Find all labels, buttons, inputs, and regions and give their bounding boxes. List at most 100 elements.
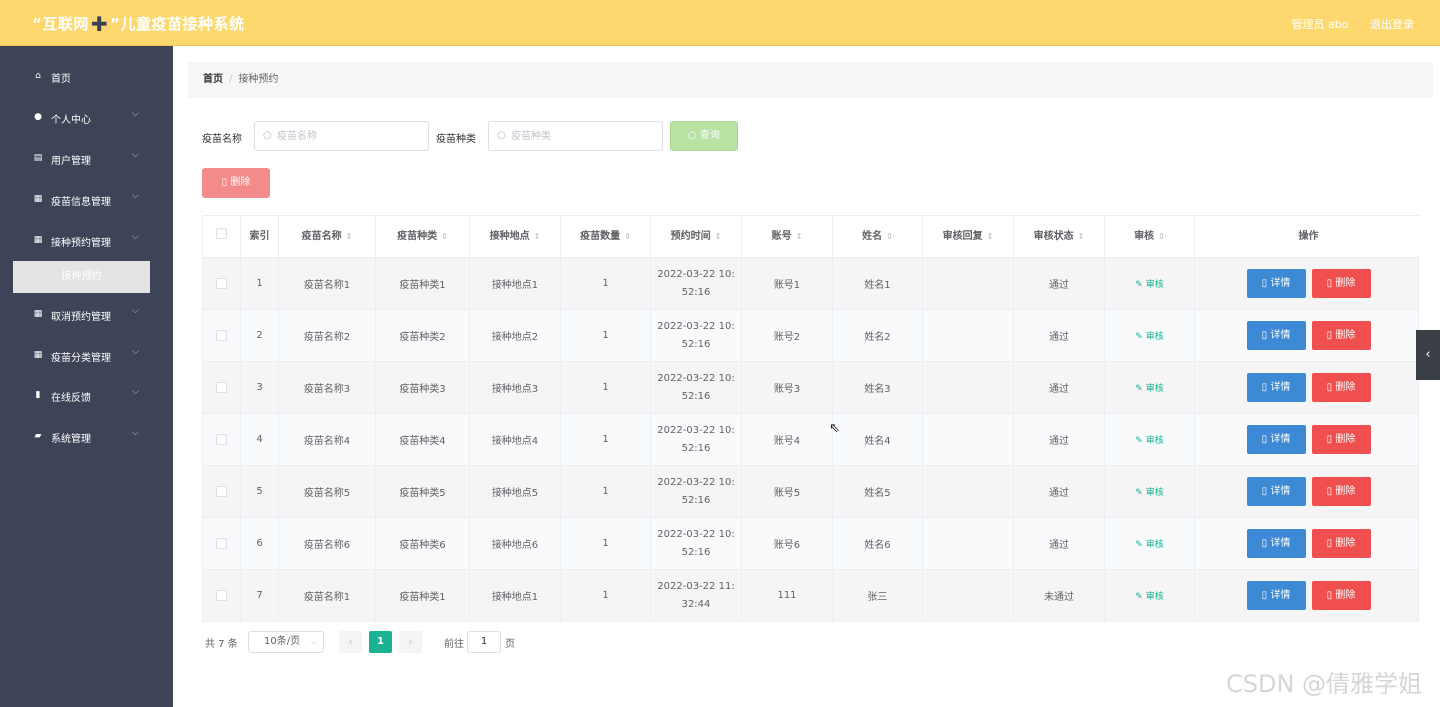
sidebar-item[interactable]: ▮ 在线反馈 ⌵ [0, 376, 173, 416]
delete-button[interactable]: ▯ 删除 [1311, 269, 1371, 298]
sort-icon[interactable]: ⇕ [886, 216, 893, 257]
page-number-current[interactable]: 1 [369, 631, 392, 653]
page-size-select[interactable]: 10条/页 ⌵ [248, 631, 324, 653]
audit-link[interactable]: ✎ 审核 [1135, 537, 1163, 550]
detail-button-label: 详情 [1270, 590, 1291, 601]
column-header[interactable]: 疫苗种类 ⇕ [376, 216, 470, 257]
cell-status: 通过 [1014, 518, 1105, 569]
column-header[interactable]: 账号 ⇕ [742, 216, 833, 257]
sidebar-item-label: 疫苗信息管理 [51, 197, 111, 208]
sort-icon[interactable]: ⇕ [715, 216, 722, 257]
select-all-checkbox[interactable] [216, 228, 227, 239]
cell-status: 未通过 [1014, 570, 1105, 621]
row-checkbox[interactable] [216, 434, 227, 445]
prev-page-button[interactable]: ‹ [339, 631, 362, 653]
sort-icon[interactable]: ⇕ [987, 216, 994, 257]
delete-button[interactable]: ▯ 删除 [1311, 477, 1371, 506]
column-header[interactable]: 审核 ⇕ [1105, 216, 1195, 257]
sidebar-item[interactable]: ▦ 疫苗信息管理 ⌵ [0, 180, 173, 220]
goto-page-input[interactable]: 1 [467, 631, 501, 653]
row-checkbox[interactable] [216, 330, 227, 341]
sidebar-item-label: 在线反馈 [51, 393, 91, 404]
detail-button[interactable]: ▯ 详情 [1246, 373, 1306, 402]
vaccine-type-input[interactable] [511, 128, 656, 144]
sidebar-item[interactable]: ⌂ 首页 [0, 57, 173, 97]
vaccine-name-input[interactable] [277, 128, 422, 144]
row-checkbox[interactable] [216, 486, 227, 497]
detail-button[interactable]: ▯ 详情 [1246, 477, 1306, 506]
detail-button[interactable]: ▯ 详情 [1246, 425, 1306, 454]
cell-location: 接种地点1 [470, 258, 561, 309]
column-header[interactable]: 疫苗数量 ⇕ [561, 216, 651, 257]
sort-icon[interactable]: ⇕ [1158, 216, 1165, 257]
cell-index: 6 [241, 518, 279, 569]
vaccine-name-search[interactable]: ○ [254, 121, 429, 151]
column-header[interactable]: 姓名 ⇕ [833, 216, 923, 257]
sidebar-subitem-appointment[interactable]: 接种预约 [13, 261, 150, 293]
cell-actions: ▯ 详情 ▯ 删除 [1195, 466, 1422, 517]
row-checkbox[interactable] [216, 278, 227, 289]
sort-icon[interactable]: ⇕ [796, 216, 803, 257]
column-header[interactable]: 接种地点 ⇕ [470, 216, 561, 257]
sidebar-item[interactable]: ▤ 用户管理 ⌵ [0, 139, 173, 179]
user-icon: ● [34, 112, 42, 122]
audit-link-label: 审核 [1145, 436, 1164, 446]
breadcrumb-home[interactable]: 首页 [203, 74, 223, 85]
delete-button[interactable]: ▯ 删除 [1311, 373, 1371, 402]
logout-link[interactable]: 退出登录 [1370, 18, 1414, 31]
sort-icon[interactable]: ⇕ [624, 216, 631, 257]
audit-link-label: 审核 [1145, 384, 1164, 394]
column-header[interactable]: 预约时间 ⇕ [651, 216, 742, 257]
collapse-panel-toggle[interactable]: ‹ [1416, 330, 1440, 380]
detail-button[interactable]: ▯ 详情 [1246, 269, 1306, 298]
column-header-label: 索引 [249, 231, 270, 242]
audit-link[interactable]: ✎ 审核 [1135, 277, 1163, 290]
row-checkbox[interactable] [216, 538, 227, 549]
sort-icon[interactable]: ⇕ [1078, 216, 1085, 257]
bulk-delete-button[interactable]: ▯ 删除 [202, 168, 270, 198]
table-row: 2 疫苗名称2 疫苗种类2 接种地点2 1 2022-03-22 10:52:16 账号2 姓… [203, 309, 1418, 361]
detail-button[interactable]: ▯ 详情 [1246, 529, 1306, 558]
delete-button[interactable]: ▯ 删除 [1311, 321, 1371, 350]
sidebar-item[interactable]: ● 个人中心 ⌵ [0, 98, 173, 138]
audit-link[interactable]: ✎ 审核 [1135, 589, 1163, 602]
sort-icon[interactable]: ⇕ [534, 216, 541, 257]
column-header[interactable]: 审核回复 ⇕ [923, 216, 1014, 257]
detail-button[interactable]: ▯ 详情 [1246, 581, 1306, 610]
delete-button[interactable]: ▯ 删除 [1311, 529, 1371, 558]
detail-button[interactable]: ▯ 详情 [1246, 321, 1306, 350]
cell-status: 通过 [1014, 414, 1105, 465]
column-header[interactable]: 审核状态 ⇕ [1014, 216, 1105, 257]
cell-index: 7 [241, 570, 279, 621]
column-header-label: 姓名 [862, 231, 883, 242]
column-header[interactable]: 疫苗名称 ⇕ [279, 216, 376, 257]
row-checkbox[interactable] [216, 590, 227, 601]
appointments-table: 索引 疫苗名称 ⇕ 疫苗种类 ⇕ 接种地点 ⇕ 疫苗数量 ⇕ 预约时间 ⇕ 账号 ⇕ 姓名 ⇕ 审核回复 ⇕ 审核… [202, 215, 1422, 622]
grid-icon: ▦ [33, 309, 43, 319]
column-header-label: 预约时间 [670, 231, 711, 242]
sidebar-item[interactable]: ▦ 接种预约管理 ⌵ [0, 221, 173, 261]
row-checkbox[interactable] [216, 382, 227, 393]
audit-link[interactable]: ✎ 审核 [1135, 381, 1163, 394]
row-select-cell [203, 570, 241, 621]
sidebar-item[interactable]: ▦ 疫苗分类管理 ⌵ [0, 336, 173, 376]
delete-button[interactable]: ▯ 删除 [1311, 581, 1371, 610]
cell-audit: ✎ 审核 [1105, 362, 1195, 413]
cell-location: 接种地点6 [470, 518, 561, 569]
sidebar-item[interactable]: ▰ 系统管理 ⌵ [0, 417, 173, 457]
sort-icon[interactable]: ⇕ [346, 216, 353, 257]
cell-actions: ▯ 详情 ▯ 删除 [1195, 414, 1422, 465]
vaccine-type-search[interactable]: ○ [488, 121, 663, 151]
cell-time: 2022-03-22 10:52:16 [651, 414, 742, 465]
audit-link[interactable]: ✎ 审核 [1135, 329, 1163, 342]
query-button[interactable]: ○ 查询 [670, 121, 738, 151]
sort-icon[interactable]: ⇕ [441, 216, 448, 257]
audit-link[interactable]: ✎ 审核 [1135, 485, 1163, 498]
sidebar-item[interactable]: ▦ 取消预约管理 ⌵ [0, 295, 173, 335]
next-page-button[interactable]: › [399, 631, 422, 653]
delete-button[interactable]: ▯ 删除 [1311, 425, 1371, 454]
sidebar-item-label: 接种预约管理 [51, 238, 111, 249]
audit-link[interactable]: ✎ 审核 [1135, 433, 1163, 446]
top-header: “互联网 ✚ ”儿童疫苗接种系统 管理员 abo 退出登录 [0, 0, 1440, 46]
cell-actions: ▯ 详情 ▯ 删除 [1195, 258, 1422, 309]
